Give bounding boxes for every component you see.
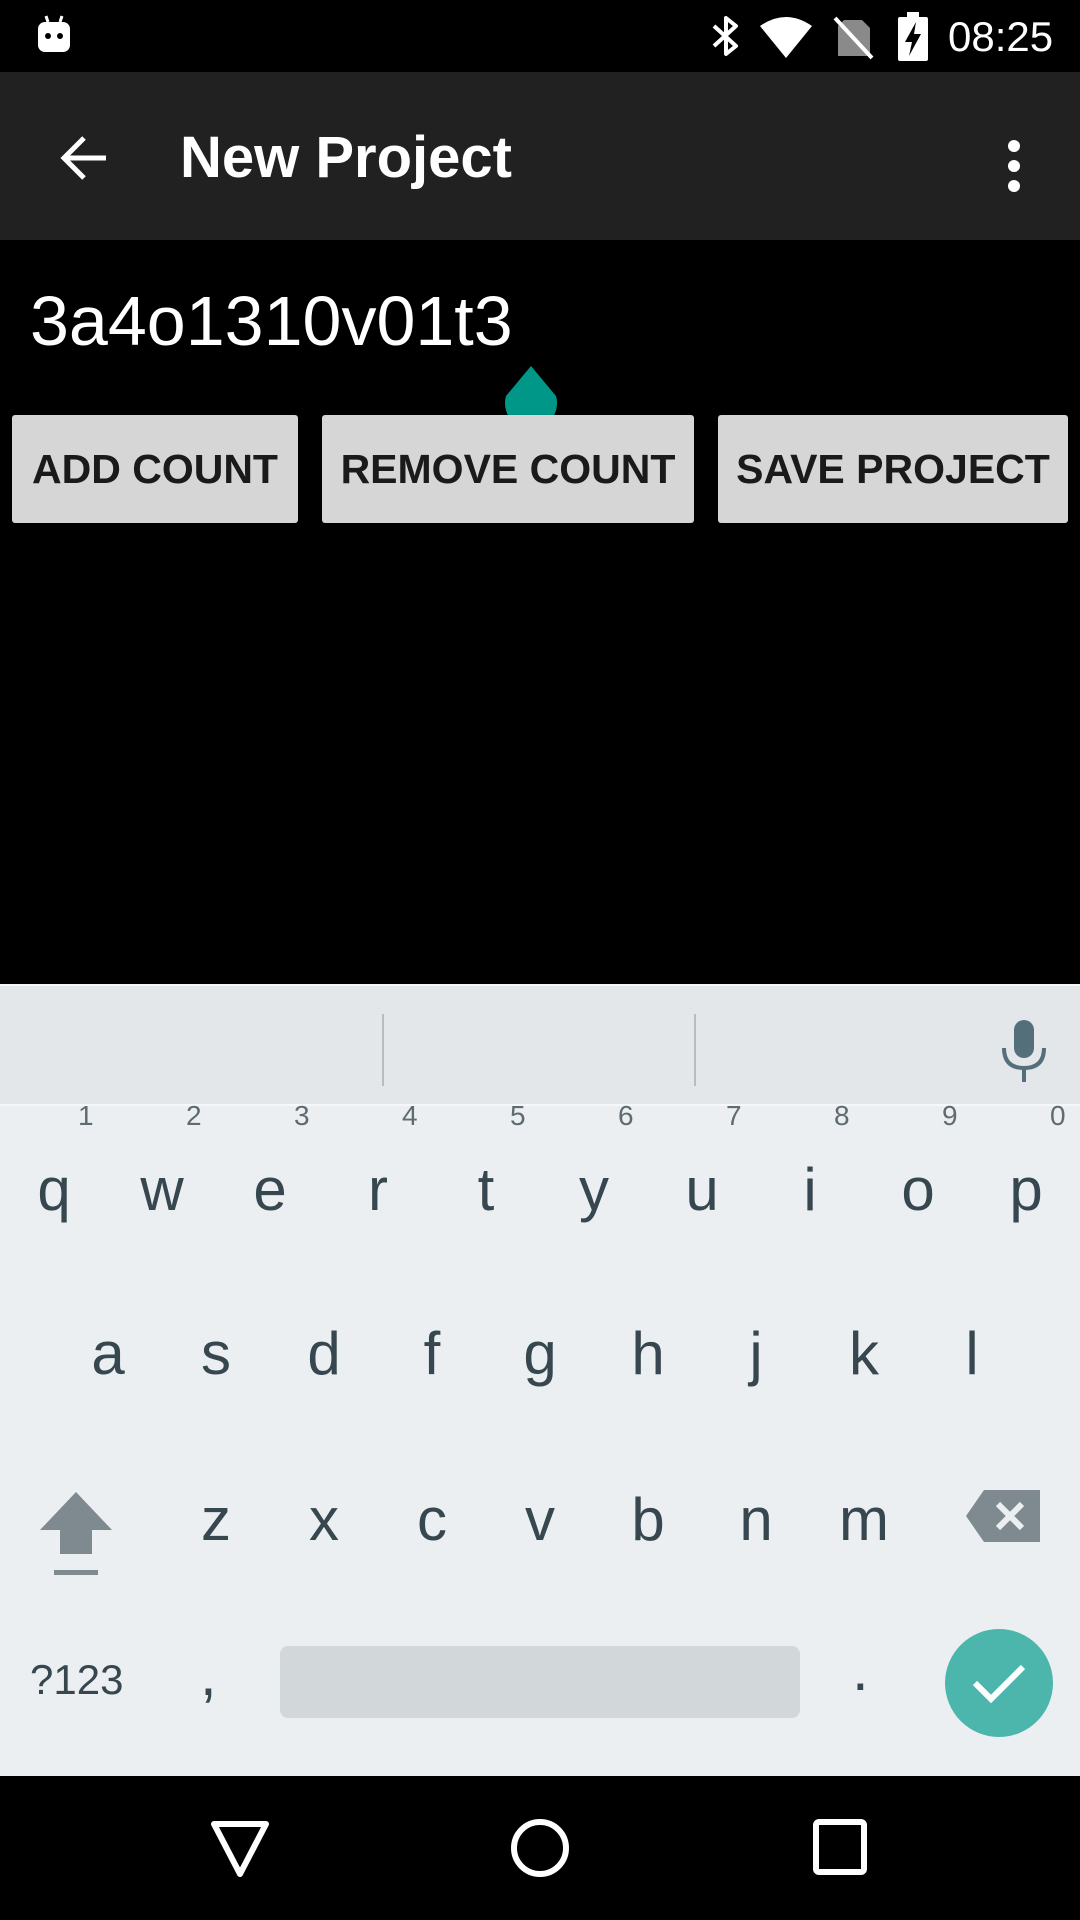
key-x[interactable]: x [270, 1460, 378, 1580]
nav-back-icon[interactable] [208, 1814, 272, 1884]
key-hint: 4 [402, 1100, 418, 1131]
microphone-icon[interactable] [998, 1018, 1050, 1084]
status-bar: 08:25 [0, 0, 1080, 72]
key-o[interactable]: o [864, 1130, 972, 1250]
arrow-back-icon [60, 136, 106, 180]
shift-key[interactable] [36, 1490, 116, 1580]
key-hint: 1 [78, 1100, 94, 1131]
key-hint: 5 [510, 1100, 526, 1131]
key-t[interactable]: t [432, 1130, 540, 1250]
bluetooth-icon [712, 16, 738, 56]
key-q[interactable]: q [0, 1130, 108, 1250]
suggestion-divider [694, 1014, 696, 1086]
overflow-menu-button[interactable] [990, 126, 1038, 206]
key-s[interactable]: s [162, 1294, 270, 1414]
key-f[interactable]: f [378, 1294, 486, 1414]
key-hint: 9 [942, 1100, 958, 1131]
symbols-key[interactable]: ?123 [30, 1650, 123, 1710]
space-key[interactable] [280, 1646, 800, 1718]
key-m[interactable]: m [810, 1460, 918, 1580]
save-project-button[interactable]: SAVE PROJECT [718, 415, 1068, 523]
check-icon [972, 1664, 1026, 1704]
key-hint: 2 [186, 1100, 202, 1131]
key-hint: 3 [294, 1100, 310, 1131]
page-title: New Project [180, 125, 512, 190]
key-hint: 0 [1050, 1100, 1066, 1131]
wifi-icon [760, 17, 812, 58]
key-j[interactable]: j [702, 1294, 810, 1414]
key-b[interactable]: b [594, 1460, 702, 1580]
suggestion-divider [382, 1014, 384, 1086]
key-d[interactable]: d [270, 1294, 378, 1414]
key-n[interactable]: n [702, 1460, 810, 1580]
battery-charging-icon [898, 12, 928, 61]
key-u[interactable]: u [648, 1130, 756, 1250]
add-count-button[interactable]: ADD COUNT [12, 415, 298, 523]
comma-key[interactable]: , [200, 1645, 217, 1705]
nav-home-icon[interactable] [508, 1816, 572, 1880]
no-sim-icon [833, 16, 874, 60]
key-l[interactable]: l [918, 1294, 1026, 1414]
project-name-input[interactable] [30, 280, 1050, 362]
key-hint: 6 [618, 1100, 634, 1131]
navigation-bar [0, 1776, 1080, 1920]
key-hint: 8 [834, 1100, 850, 1131]
suggestion-strip [0, 984, 1080, 1106]
key-h[interactable]: h [594, 1294, 702, 1414]
key-y[interactable]: y [540, 1130, 648, 1250]
key-w[interactable]: w [108, 1130, 216, 1250]
key-p[interactable]: p [972, 1130, 1080, 1250]
key-v[interactable]: v [486, 1460, 594, 1580]
backspace-key[interactable] [966, 1488, 1042, 1544]
done-key[interactable] [945, 1629, 1053, 1737]
key-e[interactable]: e [216, 1130, 324, 1250]
nav-recents-icon[interactable] [812, 1816, 868, 1878]
key-z[interactable]: z [162, 1460, 270, 1580]
android-icon [38, 15, 70, 52]
app-bar: New Project [0, 72, 1080, 240]
key-k[interactable]: k [810, 1294, 918, 1414]
key-r[interactable]: r [324, 1130, 432, 1250]
key-i[interactable]: i [756, 1130, 864, 1250]
period-key[interactable]: . [852, 1640, 869, 1700]
key-c[interactable]: c [378, 1460, 486, 1580]
status-clock: 08:25 [948, 13, 1054, 60]
key-a[interactable]: a [54, 1294, 162, 1414]
more-vert-icon [1008, 140, 1020, 192]
remove-count-button[interactable]: REMOVE COUNT [322, 415, 694, 523]
key-hint: 7 [726, 1100, 742, 1131]
key-g[interactable]: g [486, 1294, 594, 1414]
back-button[interactable] [40, 114, 128, 202]
